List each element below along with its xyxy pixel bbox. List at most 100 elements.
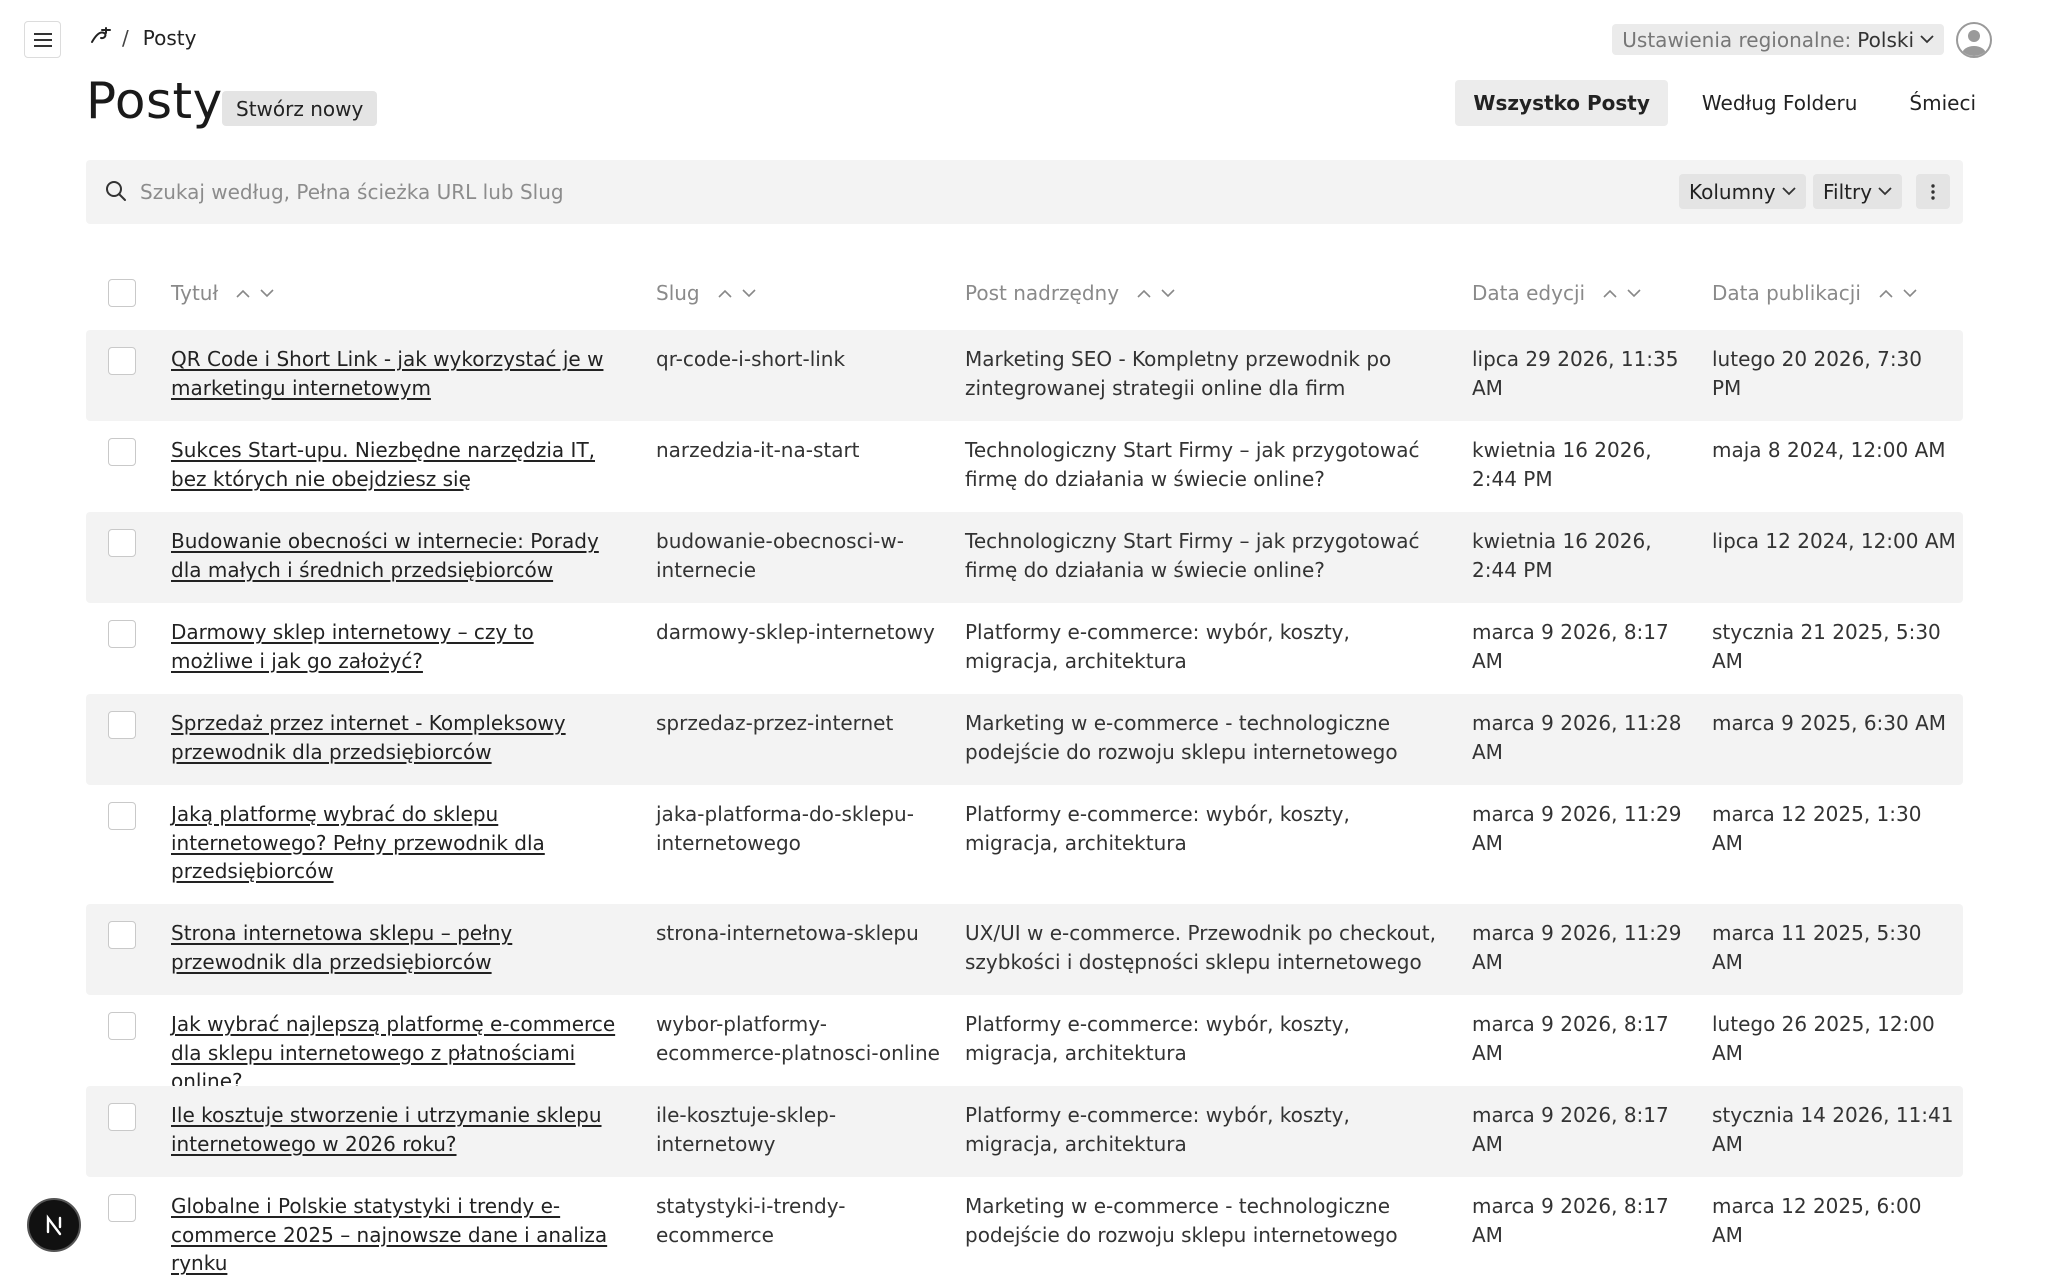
menu-toggle-button[interactable] (24, 21, 61, 58)
kebab-icon (1931, 183, 1935, 200)
post-title-link[interactable]: QR Code i Short Link - jak wykorzystać j… (171, 345, 621, 402)
row-checkbox[interactable] (108, 438, 136, 466)
tab-by-folder[interactable]: Według Folderu (1684, 80, 1876, 126)
sort-desc-icon[interactable] (260, 288, 274, 298)
post-parent: Platformy e-commerce: wybór, koszty, mig… (965, 1103, 1350, 1156)
row-checkbox[interactable] (108, 1012, 136, 1040)
sort-controls (1137, 288, 1175, 298)
breadcrumb-separator: / (122, 26, 129, 50)
row-checkbox[interactable] (108, 347, 136, 375)
columns-label: Kolumny (1689, 179, 1776, 204)
post-title-link[interactable]: Globalne i Polskie statystyki i trendy e… (171, 1192, 621, 1278)
sort-asc-icon[interactable] (1137, 289, 1151, 298)
post-edited-date: lipca 29 2026, 11:35 AM (1472, 347, 1679, 400)
post-slug: ile-kosztuje-sklep-internetowy (656, 1103, 837, 1156)
post-published-date: lipca 12 2024, 12:00 AM (1712, 529, 1956, 553)
row-checkbox[interactable] (108, 620, 136, 648)
column-slug-label: Slug (656, 281, 700, 305)
sort-asc-icon[interactable] (1879, 289, 1893, 298)
more-options-button[interactable] (1916, 174, 1950, 209)
table-row: Budowanie obecności w internecie: Porady… (86, 512, 1963, 603)
post-edited-date: kwietnia 16 2026, 2:44 PM (1472, 529, 1652, 582)
column-title-label: Tytuł (171, 281, 219, 305)
sort-asc-icon[interactable] (1603, 289, 1617, 298)
select-all-checkbox[interactable] (108, 279, 136, 307)
filters-label: Filtry (1823, 179, 1873, 204)
post-published-date: lutego 26 2025, 12:00 AM (1712, 1012, 1935, 1065)
page-title: Posty (86, 72, 223, 130)
post-parent: Technologiczny Start Firmy – jak przygot… (965, 529, 1420, 582)
post-parent: Platformy e-commerce: wybór, koszty, mig… (965, 802, 1350, 855)
table-row: Globalne i Polskie statystyki i trendy e… (86, 1177, 1963, 1277)
row-checkbox[interactable] (108, 1194, 136, 1222)
post-title-link[interactable]: Jaką platformę wybrać do sklepu internet… (171, 800, 621, 886)
table-row: Jak wybrać najlepszą platformę e-commerc… (86, 995, 1963, 1093)
post-edited-date: marca 9 2026, 11:29 AM (1472, 921, 1682, 974)
row-checkbox[interactable] (108, 1103, 136, 1131)
column-header-parent: Post nadrzędny (965, 258, 1175, 328)
post-slug: wybor-platformy-ecommerce-platnosci-onli… (656, 1012, 940, 1065)
locale-selector[interactable]: Ustawienia regionalne: Polski (1612, 24, 1944, 55)
post-published-date: marca 9 2025, 6:30 AM (1712, 711, 1947, 735)
chevron-down-icon (1920, 35, 1934, 44)
post-edited-date: marca 9 2026, 8:17 AM (1472, 1103, 1669, 1156)
create-new-button[interactable]: Stwórz nowy (222, 91, 378, 126)
sort-desc-icon[interactable] (1627, 288, 1641, 298)
sort-controls (718, 288, 756, 298)
sort-controls (1879, 288, 1917, 298)
post-parent: Platformy e-commerce: wybór, koszty, mig… (965, 620, 1350, 673)
table-row: Sukces Start-upu. Niezbędne narzędzia IT… (86, 421, 1963, 512)
row-checkbox[interactable] (108, 711, 136, 739)
column-edited-label: Data edycji (1472, 281, 1586, 305)
avatar[interactable] (1956, 22, 1992, 58)
breadcrumb: / Posty (90, 26, 196, 50)
post-published-date: stycznia 14 2026, 11:41 AM (1712, 1103, 1954, 1156)
table-row: Darmowy sklep internetowy – czy to możli… (86, 603, 1963, 694)
sort-desc-icon[interactable] (1161, 288, 1175, 298)
post-edited-date: marca 9 2026, 8:17 AM (1472, 1012, 1669, 1065)
nextjs-dev-badge[interactable] (27, 1198, 81, 1252)
post-title-link[interactable]: Sprzedaż przez internet - Kompleksowy pr… (171, 709, 621, 766)
table-row: QR Code i Short Link - jak wykorzystać j… (86, 330, 1963, 421)
avatar-icon (1962, 30, 1986, 56)
post-title-link[interactable]: Sukces Start-upu. Niezbędne narzędzia IT… (171, 436, 621, 493)
filters-button[interactable]: Filtry (1813, 174, 1903, 209)
sort-asc-icon[interactable] (718, 289, 732, 298)
post-slug: darmowy-sklep-internetowy (656, 620, 935, 644)
search-input[interactable] (140, 172, 1240, 212)
post-edited-date: marca 9 2026, 8:17 AM (1472, 1194, 1669, 1247)
sort-desc-icon[interactable] (1903, 288, 1917, 298)
row-checkbox[interactable] (108, 529, 136, 557)
post-slug: qr-code-i-short-link (656, 347, 846, 371)
post-parent: Platformy e-commerce: wybór, koszty, mig… (965, 1012, 1350, 1065)
post-parent: UX/UI w e-commerce. Przewodnik po checko… (965, 921, 1436, 974)
column-header-slug: Slug (656, 258, 756, 328)
tab-all-posts[interactable]: Wszystko Posty (1455, 80, 1668, 126)
post-slug: narzedzia-it-na-start (656, 438, 860, 462)
sort-asc-icon[interactable] (236, 289, 250, 298)
sort-controls (1603, 288, 1641, 298)
column-header-title: Tytuł (171, 258, 274, 328)
post-slug: jaka-platforma-do-sklepu-internetowego (656, 802, 914, 855)
post-title-link[interactable]: Ile kosztuje stworzenie i utrzymanie skl… (171, 1101, 621, 1158)
locale-label: Ustawienia regionalne: (1622, 27, 1852, 52)
logo-icon[interactable] (90, 26, 112, 50)
view-tabs: Wszystko Posty Według Folderu Śmieci (1455, 80, 1994, 126)
post-slug: budowanie-obecnosci-w-internecie (656, 529, 904, 582)
column-parent-label: Post nadrzędny (965, 281, 1120, 305)
search-icon (106, 181, 126, 201)
post-title-link[interactable]: Strona internetowa sklepu – pełny przewo… (171, 919, 621, 976)
breadcrumb-current: Posty (142, 26, 197, 50)
post-title-link[interactable]: Darmowy sklep internetowy – czy to możli… (171, 618, 621, 675)
post-title-link[interactable]: Jak wybrać najlepszą platformę e-commerc… (171, 1010, 621, 1096)
columns-button[interactable]: Kolumny (1679, 174, 1806, 209)
post-slug: sprzedaz-przez-internet (656, 711, 894, 735)
tab-trash[interactable]: Śmieci (1891, 80, 1994, 126)
row-checkbox[interactable] (108, 921, 136, 949)
post-title-link[interactable]: Budowanie obecności w internecie: Porady… (171, 527, 621, 584)
table-header: Tytuł Slug Post nadrzędny Data edycji Da… (86, 258, 1963, 328)
post-parent: Marketing w e-commerce - technologiczne … (965, 711, 1398, 764)
sort-desc-icon[interactable] (742, 288, 756, 298)
table-row: Jaką platformę wybrać do sklepu internet… (86, 785, 1963, 904)
row-checkbox[interactable] (108, 802, 136, 830)
